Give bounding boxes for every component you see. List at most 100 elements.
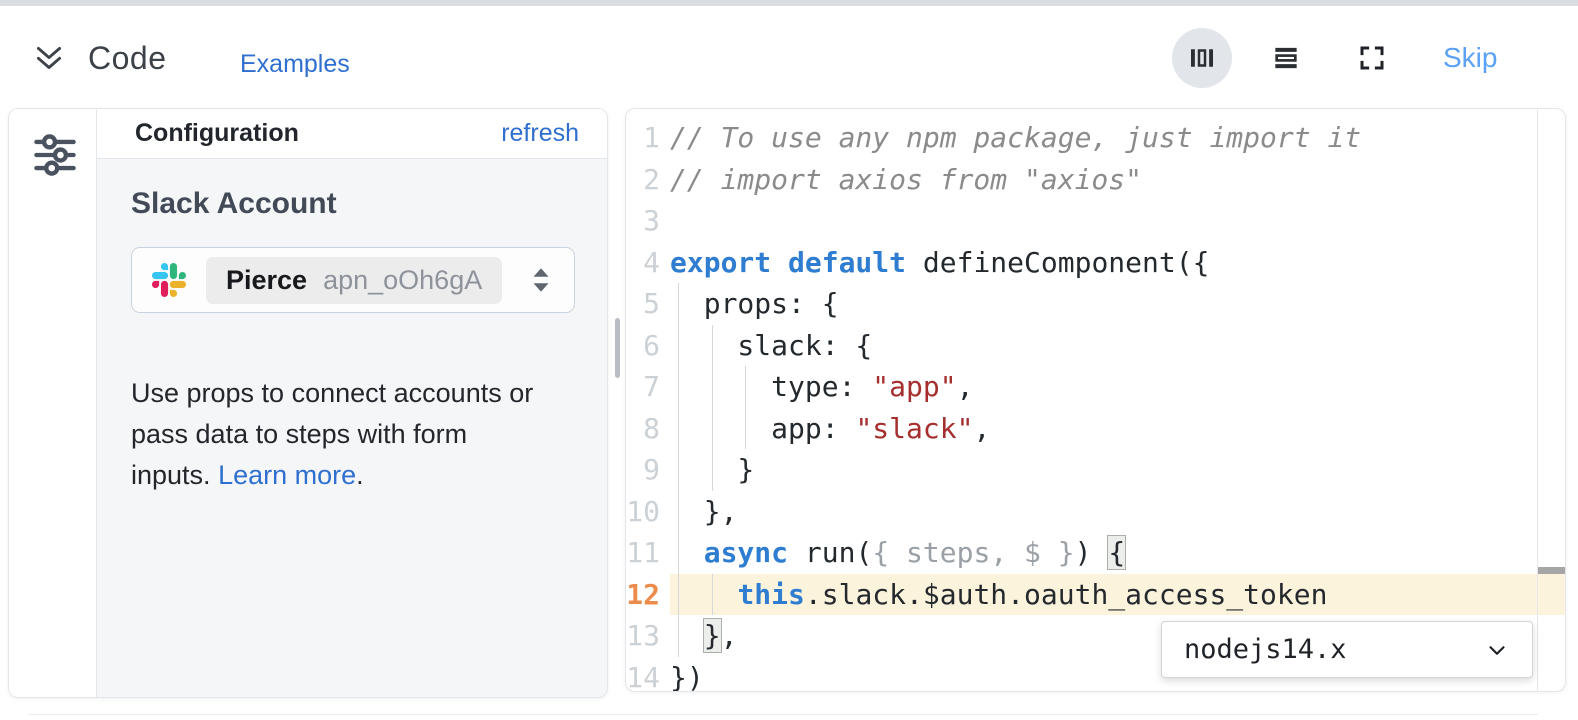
code-token: "slack" bbox=[855, 412, 973, 445]
indent-guide bbox=[712, 574, 713, 616]
line-content[interactable]: } bbox=[670, 449, 1565, 491]
skip-link[interactable]: Skip bbox=[1443, 42, 1497, 74]
code-token: run( bbox=[788, 536, 872, 569]
line-number: 8 bbox=[626, 408, 670, 450]
account-token: apn_oOh6gA bbox=[323, 265, 482, 296]
line-content[interactable]: slack: { bbox=[670, 325, 1565, 367]
collapse-step-button[interactable] bbox=[32, 42, 66, 76]
code-line[interactable]: 12 this.slack.$auth.oauth_access_token bbox=[626, 574, 1565, 616]
code-line[interactable]: 11 async run({ steps, $ }) { bbox=[626, 532, 1565, 574]
code-line[interactable]: 8 app: "slack", bbox=[626, 408, 1565, 450]
sliders-icon[interactable] bbox=[31, 131, 79, 179]
code-token: { steps, $ } bbox=[872, 536, 1074, 569]
bottom-divider bbox=[28, 714, 1538, 715]
slack-account-select[interactable]: Pierce apn_oOh6gA bbox=[131, 247, 575, 313]
line-number: 10 bbox=[626, 491, 670, 533]
indent-guide bbox=[678, 325, 679, 367]
code-line[interactable]: 6 slack: { bbox=[626, 325, 1565, 367]
code-token: type: bbox=[670, 370, 872, 403]
indent-guide bbox=[678, 366, 679, 408]
runtime-label: nodejs14.x bbox=[1184, 634, 1347, 665]
code-token: , bbox=[957, 370, 974, 403]
code-token bbox=[670, 619, 704, 652]
code-token: // import axios from "axios" bbox=[670, 163, 1142, 196]
code-token bbox=[670, 536, 704, 569]
indent-guide bbox=[712, 408, 713, 450]
step-title: Code bbox=[88, 40, 167, 77]
props-description: Use props to connect accounts or pass da… bbox=[131, 373, 571, 496]
indent-guide bbox=[745, 408, 746, 450]
line-number: 14 bbox=[626, 657, 670, 693]
code-line[interactable]: 10 }, bbox=[626, 491, 1565, 533]
fullscreen-button[interactable] bbox=[1354, 40, 1390, 76]
code-lines: 1// To use any npm package, just import … bbox=[626, 117, 1565, 692]
configuration-header: Configuration refresh bbox=[97, 109, 607, 159]
line-content[interactable]: }, bbox=[670, 491, 1565, 533]
line-number: 13 bbox=[626, 615, 670, 657]
topbar: Code Examples Skip bbox=[0, 6, 1578, 104]
examples-link[interactable]: Examples bbox=[240, 50, 350, 79]
description-line-1: Use props to connect accounts or bbox=[131, 378, 533, 408]
description-period: . bbox=[356, 460, 364, 490]
line-content[interactable] bbox=[670, 200, 1565, 242]
line-content[interactable]: async run({ steps, $ }) { bbox=[670, 532, 1565, 574]
line-content[interactable]: props: { bbox=[670, 283, 1565, 325]
indent-guide bbox=[712, 449, 713, 491]
double-chevron-down-icon bbox=[32, 42, 66, 76]
horizontal-split-icon bbox=[1270, 42, 1302, 74]
indent-guide bbox=[678, 408, 679, 450]
runtime-select[interactable]: nodejs14.x bbox=[1161, 621, 1533, 678]
fullscreen-icon bbox=[1357, 43, 1387, 73]
code-token: props: { bbox=[670, 287, 839, 320]
configuration-title: Configuration bbox=[135, 119, 299, 148]
code-line[interactable]: 5 props: { bbox=[626, 283, 1565, 325]
indent-guide bbox=[712, 366, 713, 408]
code-token: "app" bbox=[872, 370, 956, 403]
layout-vertical-split-button[interactable] bbox=[1172, 28, 1232, 88]
selected-account-pill: Pierce apn_oOh6gA bbox=[206, 257, 502, 304]
code-token: // To use any npm package, just import i… bbox=[670, 121, 1361, 154]
code-line[interactable]: 9 } bbox=[626, 449, 1565, 491]
line-content[interactable]: type: "app", bbox=[670, 366, 1565, 408]
code-line[interactable]: 2// import axios from "axios" bbox=[626, 159, 1565, 201]
line-number: 2 bbox=[626, 159, 670, 201]
configuration-panel: Configuration refresh Slack Account Pier… bbox=[8, 108, 608, 698]
code-line[interactable]: 1// To use any npm package, just import … bbox=[626, 117, 1565, 159]
code-token: this bbox=[737, 578, 804, 611]
line-content[interactable]: // import axios from "axios" bbox=[670, 159, 1565, 201]
code-token: ) bbox=[1075, 536, 1109, 569]
code-token: } bbox=[703, 618, 722, 653]
scrollbar-position-marker[interactable] bbox=[1538, 567, 1565, 574]
code-token: }, bbox=[670, 495, 737, 528]
account-name: Pierce bbox=[226, 265, 307, 296]
code-token: export default bbox=[670, 246, 906, 279]
line-content[interactable]: this.slack.$auth.oauth_access_token bbox=[670, 574, 1565, 616]
line-number: 1 bbox=[626, 117, 670, 159]
code-token: app: bbox=[670, 412, 855, 445]
line-content[interactable]: app: "slack", bbox=[670, 408, 1565, 450]
description-line-2: pass data to steps with form bbox=[131, 419, 467, 449]
line-content[interactable]: // To use any npm package, just import i… bbox=[670, 117, 1565, 159]
code-line[interactable]: 3 bbox=[626, 200, 1565, 242]
code-editor: 1// To use any npm package, just import … bbox=[625, 108, 1566, 692]
indent-guide bbox=[678, 449, 679, 491]
code-line[interactable]: 4export default defineComponent({ bbox=[626, 242, 1565, 284]
indent-guide bbox=[678, 491, 679, 533]
indent-guide bbox=[678, 532, 679, 574]
code-line[interactable]: 7 type: "app", bbox=[626, 366, 1565, 408]
line-number: 11 bbox=[626, 532, 670, 574]
editor-scrollbar-track bbox=[1537, 109, 1538, 691]
learn-more-link[interactable]: Learn more bbox=[218, 460, 356, 490]
indent-guide bbox=[745, 366, 746, 408]
line-number: 12 bbox=[626, 574, 670, 616]
line-number: 9 bbox=[626, 449, 670, 491]
chevron-down-icon bbox=[1484, 637, 1510, 663]
step-side-rail bbox=[9, 109, 97, 697]
select-up-down-icon bbox=[528, 265, 554, 295]
line-content[interactable]: export default defineComponent({ bbox=[670, 242, 1565, 284]
layout-horizontal-split-button[interactable] bbox=[1268, 40, 1304, 76]
line-number: 3 bbox=[626, 200, 670, 242]
config-scrollbar-thumb[interactable] bbox=[615, 318, 620, 378]
indent-guide bbox=[712, 325, 713, 367]
refresh-link[interactable]: refresh bbox=[501, 119, 579, 148]
